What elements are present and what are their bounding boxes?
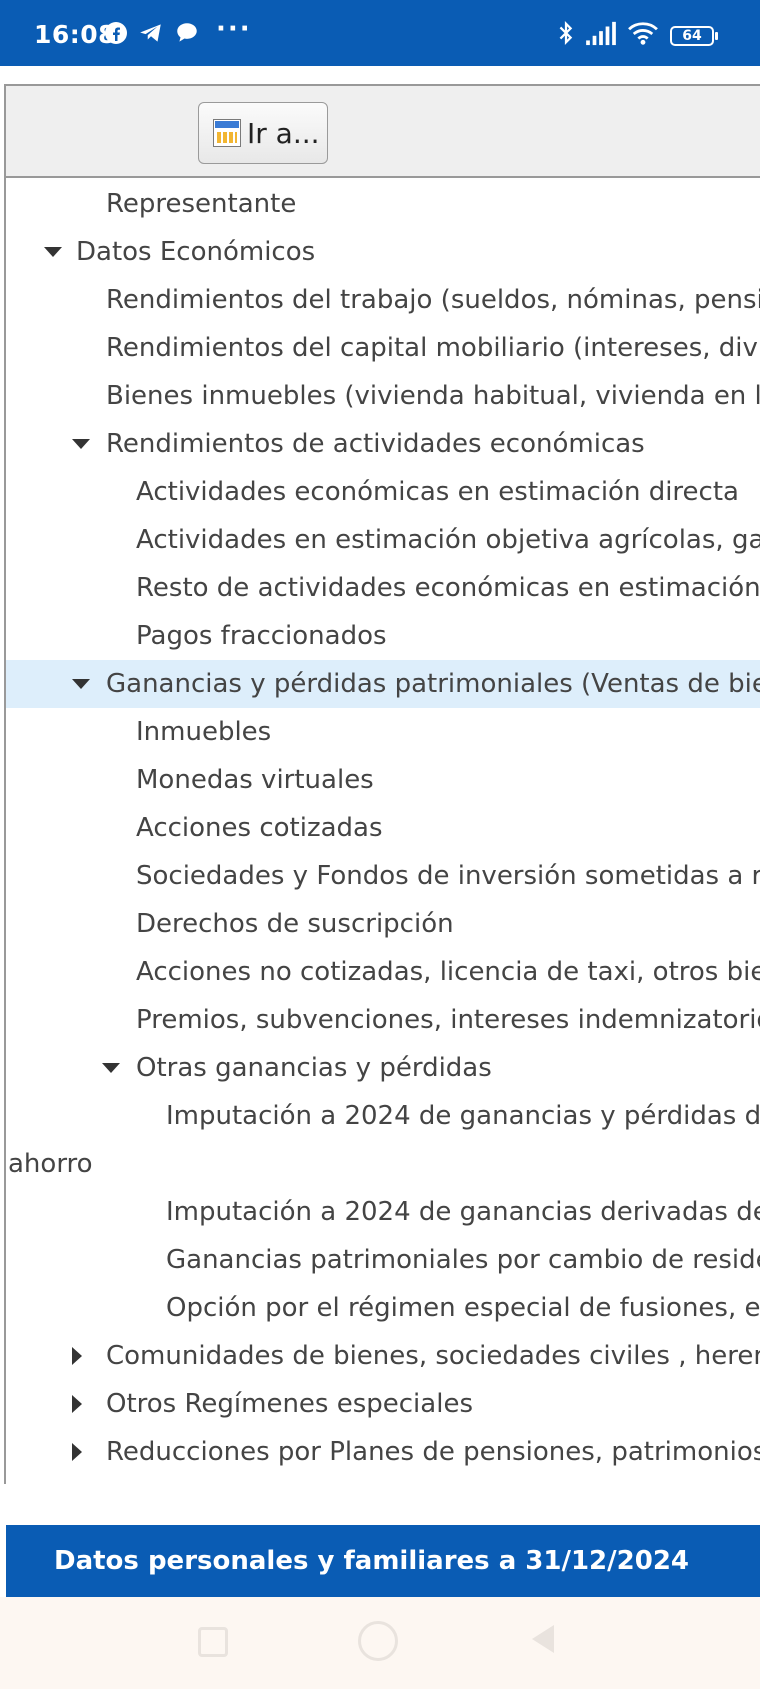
tree-item[interactable]: Imputación a 2024 de ganancias y pérdida… [6,1092,760,1140]
tree-item[interactable]: Acciones no cotizadas, licencia de taxi,… [6,948,760,996]
tree-item-label: Reducciones por Planes de pensiones, pat… [106,1437,760,1467]
tree-item-label: Bienes inmuebles (vivienda habitual, viv… [106,381,760,411]
goto-button-label: Ir a... [247,116,320,150]
signal-icon [586,21,616,46]
tree-item-label: Actividades en estimación objetiva agríc… [136,525,760,555]
tree-item-label: Rendimientos del capital mobiliario (int… [106,333,760,363]
tree-item[interactable]: Sociedades y Fondos de inversión sometid… [6,852,760,900]
tree-item[interactable]: Rendimientos de actividades económicas [6,420,760,468]
caret-down-icon[interactable] [102,1063,120,1073]
tree-item[interactable]: Reducciones por Planes de pensiones, pat… [6,1428,760,1476]
tree-item[interactable]: Inmuebles [6,708,760,756]
tree-item[interactable]: Datos Económicos [6,228,760,276]
tree-item-label: Comunidades de bienes, sociedades civile… [106,1341,760,1371]
tree-item[interactable]: Imputación a 2024 de ganancias derivadas… [6,1188,760,1236]
tree-item-label: Inmuebles [136,717,272,747]
facebook-icon [105,22,127,44]
tree-item[interactable]: Compensaciones de Bases imponibles y liq… [6,1476,760,1480]
back-icon[interactable] [532,1625,554,1653]
bluetooth-icon [559,21,573,45]
tree-item-label: Pagos fraccionados [136,621,387,651]
tree-item[interactable]: Rendimientos del trabajo (sueldos, nómin… [6,276,760,324]
tree-item-label: Imputación a 2024 de ganancias derivadas… [166,1197,760,1227]
battery-indicator: 64 [670,26,718,46]
toolbar: Ir a... [4,84,760,178]
section-bar[interactable]: Datos personales y familiares a 31/12/20… [6,1525,760,1597]
tree-item-label: Monedas virtuales [136,765,374,795]
caret-down-icon[interactable] [44,247,62,257]
tree-item[interactable]: Representante [6,180,760,228]
tree-item-label: Ganancias y pérdidas patrimoniales (Vent… [106,669,760,699]
system-nav-bar [0,1597,760,1689]
tree-item[interactable]: Ganancias patrimoniales por cambio de re… [6,1236,760,1284]
tree-item-label: Acciones cotizadas [136,813,383,843]
tree-item-label: Ganancias patrimoniales por cambio de re… [166,1245,760,1275]
tree-item-label: Sociedades y Fondos de inversión sometid… [136,861,760,891]
tree-item[interactable]: Premios, subvenciones, intereses indemni… [6,996,760,1044]
tree-item-wrapped-text: ahorro [6,1140,760,1188]
tree-item[interactable]: Actividades económicas en estimación dir… [6,468,760,516]
tree-item[interactable]: Ganancias y pérdidas patrimoniales (Vent… [6,660,760,708]
tree-item[interactable]: Monedas virtuales [6,756,760,804]
tree-item-label: Opción por el régimen especial de fusion… [166,1293,760,1323]
telegram-icon [140,24,161,42]
tree-item[interactable]: Opción por el régimen especial de fusion… [6,1284,760,1332]
tree-item-label: Rendimientos de actividades económicas [106,429,645,459]
tree-item[interactable]: Otras ganancias y pérdidas [6,1044,760,1092]
tree-item[interactable]: Pagos fraccionados [6,612,760,660]
tree-item[interactable]: Comunidades de bienes, sociedades civile… [6,1332,760,1380]
tree-item-label: ahorro [8,1149,93,1179]
caret-down-icon[interactable] [72,679,90,689]
tree-item[interactable]: Acciones cotizadas [6,804,760,852]
more-notifications: ··· [216,14,252,44]
tree-item-label: Rendimientos del trabajo (sueldos, nómin… [106,285,760,315]
caret-right-icon[interactable] [72,1395,82,1413]
tree-item-label: Premios, subvenciones, intereses indemni… [136,1005,760,1035]
tree-item[interactable]: Derechos de suscripción [6,900,760,948]
tree-item-label: Imputación a 2024 de ganancias y pérdida… [166,1101,760,1131]
tree-item-label: Derechos de suscripción [136,909,454,939]
tree-item-label: Actividades económicas en estimación dir… [136,477,739,507]
status-bar: 16:08 ··· 64 [0,0,760,66]
section-bar-title: Datos personales y familiares a 31/12/20… [54,1546,690,1576]
wifi-icon [628,22,658,45]
calendar-icon [213,119,241,147]
navigation-tree: Representante Datos Económicos Rendimiento… [6,180,760,1480]
home-icon[interactable] [358,1621,398,1661]
tree-item[interactable]: Bienes inmuebles (vivienda habitual, viv… [6,372,760,420]
tree-item-label: Datos Económicos [76,237,316,267]
tree-item-label: Resto de actividades económicas en estim… [136,573,760,603]
caret-right-icon[interactable] [72,1443,82,1461]
tree-item-label: Acciones no cotizadas, licencia de taxi,… [136,957,760,987]
tree-item-label: Otros Regímenes especiales [106,1389,473,1419]
tree-item[interactable]: Otros Regímenes especiales [6,1380,760,1428]
goto-button[interactable]: Ir a... [198,102,328,164]
tree-item[interactable]: Actividades en estimación objetiva agríc… [6,516,760,564]
caret-right-icon[interactable] [72,1347,82,1365]
tree-item[interactable]: Resto de actividades económicas en estim… [6,564,760,612]
recent-apps-icon[interactable] [198,1627,228,1657]
tree-item-label: Otras ganancias y pérdidas [136,1053,492,1083]
tree-item[interactable]: Rendimientos del capital mobiliario (int… [6,324,760,372]
tree-item-label: Representante [106,189,297,219]
tree-item-label: Compensaciones de Bases imponibles y liq… [106,1476,760,1480]
chat-bubble-icon [177,23,197,42]
caret-down-icon[interactable] [72,439,90,449]
